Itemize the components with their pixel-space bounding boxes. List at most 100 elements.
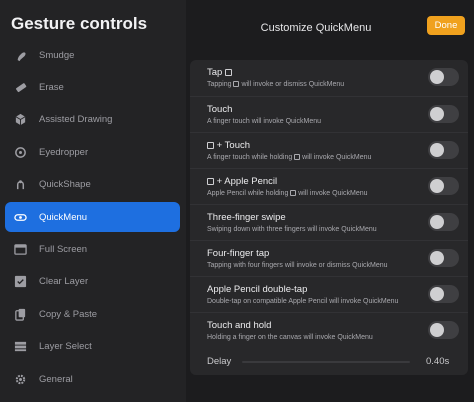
square-icon — [290, 190, 297, 196]
setting-row: + Touch A finger touch while holding will… — [190, 132, 468, 167]
eyedropper-icon — [13, 145, 27, 159]
setting-description-text: Tapping — [207, 81, 232, 88]
square-icon — [233, 81, 240, 87]
setting-description: Double-tap on compatible Apple Pencil wi… — [207, 298, 398, 305]
setting-title-text: Three-finger swipe — [207, 212, 286, 223]
settings-panel: Tap Tapping will invoke or dismiss Quick… — [190, 60, 468, 375]
sidebar-item-assisted-drawing[interactable]: Assisted Drawing — [5, 105, 180, 135]
fullscreen-icon — [13, 242, 27, 256]
setting-description: Swiping down with three fingers will inv… — [207, 226, 377, 233]
setting-title-text: Touch and hold — [207, 320, 272, 331]
setting-row: Three-finger swipe Swiping down with thre… — [190, 204, 468, 239]
setting-title-text: Apple Pencil double-tap — [207, 284, 308, 295]
setting-title-suffix: + Touch — [216, 140, 251, 151]
square-icon — [207, 142, 214, 149]
sidebar-item-general[interactable]: General — [5, 364, 180, 394]
setting-title: + Touch — [207, 140, 250, 151]
setting-description-text: Double-tap on compatible Apple Pencil wi… — [207, 298, 399, 305]
setting-description-text: Swiping down with three fingers will inv… — [207, 226, 377, 233]
layer-select-icon — [13, 340, 27, 354]
setting-description-text: A finger touch will invoke QuickMenu — [207, 118, 321, 125]
sidebar-item-layer-select[interactable]: Layer Select — [5, 332, 180, 362]
setting-title: Three-finger swipe — [207, 212, 286, 223]
sidebar-item-eyedropper[interactable]: Eyedropper — [5, 137, 180, 167]
delay-slider-track[interactable] — [242, 361, 410, 363]
main-panel: Customize QuickMenu Done Tap Tapping wil… — [186, 0, 474, 402]
setting-row: Four-finger tap Tapping with four fingers… — [190, 240, 468, 275]
setting-description-text: Holding a finger on the canvas will invo… — [207, 334, 373, 341]
sidebar-item-label: Assisted Drawing — [39, 114, 113, 126]
toggle-switch[interactable] — [428, 68, 459, 86]
setting-title-text: Four-finger tap — [207, 248, 270, 259]
quickmenu-icon — [13, 210, 27, 224]
setting-title-suffix: + Apple Pencil — [216, 176, 278, 187]
setting-row: Touch and hold Holding a finger on the ca… — [190, 312, 468, 347]
setting-description-text: Tapping with four fingers will invoke or… — [207, 262, 388, 269]
toggle-switch[interactable] — [428, 105, 459, 123]
square-icon — [207, 178, 214, 185]
setting-description: Holding a finger on the canvas will invo… — [207, 334, 373, 341]
setting-description: Tapping will invoke or dismiss QuickMenu — [207, 81, 344, 88]
smudge-icon — [13, 48, 27, 62]
setting-description-text: Apple Pencil while holding — [207, 190, 289, 197]
sidebar-title: Gesture controls — [11, 14, 148, 33]
setting-description-suffix: will invoke QuickMenu — [298, 190, 368, 197]
setting-row: Apple Pencil double-tap Double-tap on com… — [190, 276, 468, 311]
setting-description-text: A finger touch while holding — [207, 154, 293, 161]
sidebar-item-label: Smudge — [39, 49, 75, 61]
square-icon — [224, 69, 232, 76]
setting-description: A finger touch while holding will invoke… — [207, 154, 371, 161]
toggle-switch[interactable] — [428, 177, 459, 195]
sidebar-item-quickshape[interactable]: QuickShape — [5, 170, 180, 200]
toggle-switch[interactable] — [428, 141, 459, 159]
toggle-knob — [430, 143, 444, 157]
setting-description-suffix: will invoke QuickMenu — [302, 154, 372, 161]
cube-icon — [13, 113, 27, 127]
setting-description: Apple Pencil while holding will invoke Q… — [207, 190, 368, 197]
toggle-knob — [430, 179, 444, 193]
sidebar-item-label: QuickShape — [39, 179, 91, 191]
toggle-knob — [430, 215, 444, 229]
sidebar-item-label: Copy & Paste — [39, 308, 98, 320]
toggle-switch[interactable] — [428, 249, 459, 267]
toggle-knob — [430, 70, 444, 84]
setting-description-suffix: will invoke or dismiss QuickMenu — [241, 81, 345, 88]
sidebar-item-smudge[interactable]: Smudge — [5, 40, 180, 70]
page-title: Customize QuickMenu — [260, 22, 372, 34]
setting-title-text: Touch — [207, 104, 233, 115]
sidebar-item-copy-paste[interactable]: Copy & Paste — [5, 299, 180, 329]
sidebar-item-label: General — [39, 373, 73, 385]
setting-title: Apple Pencil double-tap — [207, 284, 307, 295]
toggle-switch[interactable] — [428, 285, 459, 303]
setting-title: Four-finger tap — [207, 248, 269, 259]
sidebar-item-erase[interactable]: Erase — [5, 72, 180, 102]
setting-title: Touch and hold — [207, 320, 271, 331]
toggle-knob — [430, 251, 444, 265]
setting-row: Tap Tapping will invoke or dismiss Quick… — [190, 60, 468, 95]
sidebar: Gesture controls Smudge Erase Assisted Dra… — [0, 0, 186, 402]
sidebar-item-full-screen[interactable]: Full Screen — [5, 234, 180, 264]
sidebar-item-label: Layer Select — [39, 341, 92, 353]
delay-value: 0.40s — [426, 356, 450, 367]
toggle-knob — [430, 107, 444, 121]
sidebar-item-clear-layer[interactable]: Clear Layer — [5, 267, 180, 297]
gear-icon — [13, 372, 27, 386]
toggle-switch[interactable] — [428, 321, 459, 339]
sidebar-item-quickmenu[interactable]: QuickMenu — [5, 202, 180, 232]
setting-description: Tapping with four fingers will invoke or… — [207, 262, 388, 269]
setting-title: + Apple Pencil — [207, 176, 277, 187]
setting-row: Touch A finger touch will invoke QuickMen… — [190, 96, 468, 131]
sidebar-item-label: QuickMenu — [39, 211, 88, 223]
delay-label: Delay — [207, 356, 232, 367]
square-icon — [294, 154, 301, 160]
erase-icon — [13, 80, 27, 94]
setting-title: Touch — [207, 104, 232, 115]
sidebar-item-label: Clear Layer — [39, 276, 89, 288]
toggle-switch[interactable] — [428, 213, 459, 231]
done-button[interactable]: Done — [427, 16, 465, 35]
copy-paste-icon — [13, 307, 27, 321]
setting-row: + Apple Pencil Apple Pencil while holding… — [190, 168, 468, 203]
quickshape-icon — [13, 178, 27, 192]
sidebar-item-label: Full Screen — [39, 243, 88, 255]
delay-row[interactable]: Delay 0.40s — [190, 348, 468, 375]
